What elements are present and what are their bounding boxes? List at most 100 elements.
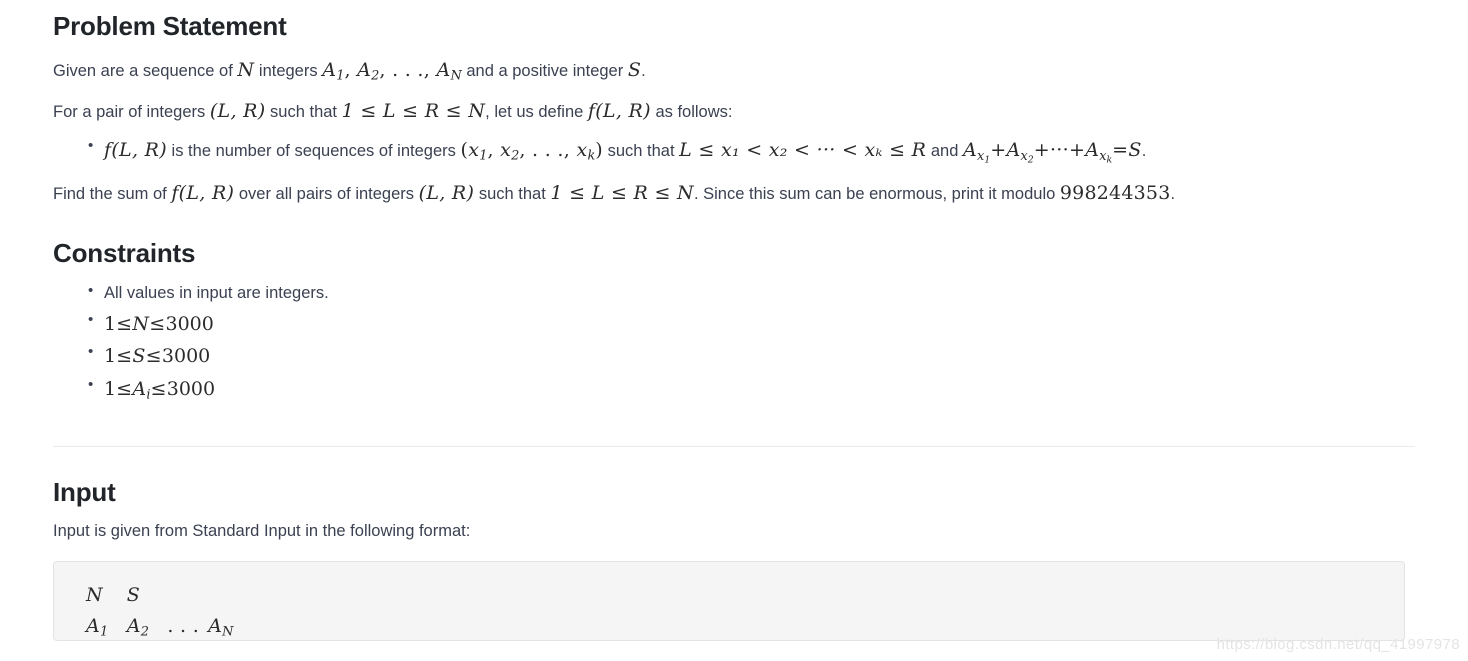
math-var-s: S (627, 59, 642, 82)
text-fragment: . (641, 62, 646, 81)
math-leq: ≤ (116, 345, 133, 368)
text-fragment: Given are a sequence of (53, 62, 238, 81)
paragraph-given-sequence: Given are a sequence of N integers A1, A… (53, 56, 1415, 86)
math-var-n: N (237, 59, 255, 82)
math-f-lr: f(L, R) (104, 139, 167, 162)
math-x1: x1 (468, 139, 487, 164)
paragraph-pair-definition: For a pair of integers (L, R) such that … (53, 97, 1415, 125)
math-x2-base: x (500, 139, 512, 162)
math-a-xk-base: A (1085, 139, 1100, 162)
math-leq: ≤ (116, 312, 133, 335)
math-leq: ≤ (116, 377, 133, 400)
math-leq: ≤ (145, 345, 162, 368)
math-an: AN (436, 59, 462, 84)
math-f-lr: f(L, R) (171, 181, 235, 204)
math-a1-base: A (322, 59, 337, 82)
text-fragment: , let us define (485, 102, 588, 121)
code-var-s: S (126, 584, 141, 607)
constraint-upper-bound: 3000 (165, 312, 214, 335)
list-item: 1≤S≤3000 (88, 339, 1415, 373)
math-a-xk: Axk (1085, 139, 1112, 165)
code-var-n: N (86, 584, 103, 607)
constraint-variable: Ai (132, 377, 150, 403)
math-comma: , (344, 59, 358, 82)
constraints-list: All values in input are integers. 1≤N≤30… (53, 278, 1415, 407)
math-a-x1-subscript: x1 (977, 149, 990, 165)
math-inequality-chain: 1 ≤ L ≤ R ≤ N (550, 181, 694, 204)
math-leq: ≤ (150, 377, 167, 400)
math-paren-close: ) (595, 139, 603, 162)
math-a-x1: Ax1 (963, 139, 990, 165)
math-comma: , (519, 139, 533, 162)
input-description: Input is given from Standard Input in th… (53, 521, 471, 540)
math-pair-lr: (L, R) (418, 181, 475, 204)
code-a1-subscript: 1 (100, 624, 109, 640)
constraint-lower-bound: 1 (104, 345, 117, 368)
math-comma: , (487, 139, 501, 162)
math-comma: , (423, 59, 437, 82)
text-fragment: over all pairs of integers (234, 184, 419, 203)
math-plus: + (1068, 139, 1086, 162)
text-fragment: and a positive integer (461, 62, 628, 81)
math-inequality-chain: 1 ≤ L ≤ R ≤ N (341, 99, 486, 122)
math-ellipsis: . . . (392, 59, 424, 82)
math-a-x2-base: A (1006, 139, 1021, 162)
code-line: A1 A2 . . . AN (86, 611, 1404, 640)
page-title-constraints: Constraints (53, 237, 196, 268)
text-fragment: . Since this sum can be enormous, print … (693, 184, 1060, 203)
text-fragment: such that (474, 184, 551, 203)
constraint-variable-base: A (132, 377, 147, 400)
math-xk-base: x (576, 139, 588, 162)
math-leq: ≤ (149, 312, 166, 335)
math-a-x2: Ax2 (1006, 139, 1033, 165)
text-fragment: . (1170, 184, 1176, 203)
document-page: Problem Statement Given are a sequence o… (0, 0, 1468, 642)
input-format-code-block: N S A1 A2 . . . AN (53, 561, 1405, 642)
page-title-problem-statement: Problem Statement (53, 11, 287, 41)
math-comma: , (563, 139, 577, 162)
watermark: https://blog.csdn.net/qq_41997978 (1216, 636, 1460, 653)
constraint-lower-bound: 1 (104, 312, 117, 335)
code-an-subscript: N (222, 624, 234, 640)
math-plus: + (990, 139, 1007, 162)
math-a-xk-subscript: xk (1099, 149, 1112, 165)
text-fragment: such that (265, 102, 342, 121)
math-plus: + (1033, 139, 1050, 162)
math-an-base: A (436, 59, 451, 82)
list-item: f(L, R) is the number of sequences of in… (88, 135, 1415, 167)
math-a-x2-sub-var: x (1020, 148, 1028, 164)
math-comma: , (379, 59, 393, 82)
math-a2: A2 (357, 59, 379, 84)
math-a2-base: A (357, 59, 372, 82)
math-xk: xk (576, 139, 595, 164)
math-x2: x2 (500, 139, 519, 164)
math-f-lr: f(L, R) (587, 99, 651, 122)
list-item: 1≤N≤3000 (88, 307, 1415, 341)
constraint-lower-bound: 1 (104, 377, 117, 400)
constraint-variable: N (132, 312, 150, 335)
problem-statement-bullet-list: f(L, R) is the number of sequences of in… (53, 135, 1415, 167)
text-fragment: is the number of sequences of integers (166, 142, 461, 161)
math-var-s: S (1128, 139, 1142, 162)
constraint-text: All values in input are integers. (104, 284, 329, 303)
math-modulus-value: 998244353 (1059, 181, 1171, 204)
paragraph-find-sum: Find the sum of f(L, R) over all pairs o… (53, 179, 1415, 207)
text-fragment: as follows: (650, 102, 733, 121)
code-a2-subscript: 2 (140, 624, 149, 640)
code-line: N S (86, 580, 1404, 611)
code-a1: A1 (86, 615, 109, 640)
text-fragment: For a pair of integers (53, 102, 210, 121)
math-a1: A1 (322, 59, 344, 84)
math-x1-base: x (468, 139, 480, 162)
list-item: All values in input are integers. (88, 278, 1415, 307)
math-ellipsis-centered: ··· (1049, 139, 1069, 162)
math-ellipsis: . . . (532, 139, 564, 162)
constraint-upper-bound: 3000 (166, 377, 216, 400)
code-a2: A2 (127, 615, 149, 640)
math-pair-lr: (L, R) (209, 99, 266, 122)
page-title-input: Input (53, 476, 116, 507)
code-a1-base: A (86, 615, 101, 638)
text-fragment: Find the sum of (53, 184, 172, 203)
math-an-subscript: N (450, 68, 462, 84)
math-ordering-chain: L ≤ x₁ < x₂ < ··· < xₖ ≤ R (679, 139, 927, 162)
